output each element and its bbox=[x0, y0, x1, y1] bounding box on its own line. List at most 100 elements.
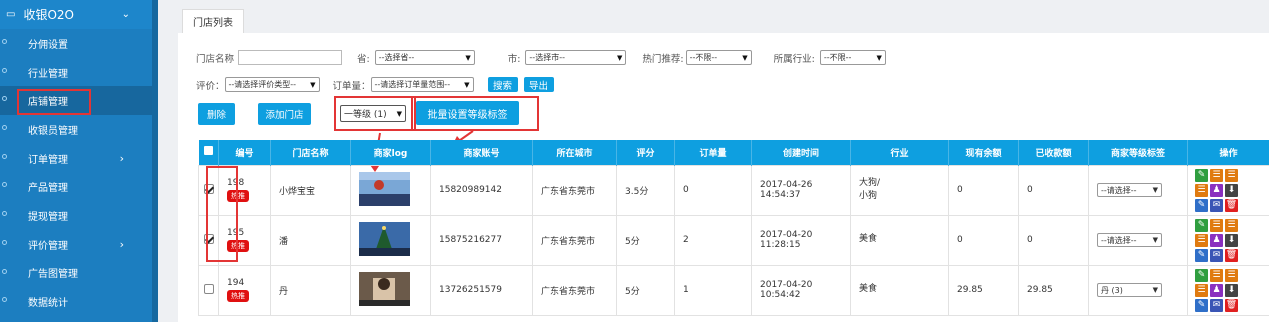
pencil-icon[interactable]: ✎ bbox=[1195, 298, 1208, 312]
user-icon[interactable]: ♟ bbox=[1210, 283, 1223, 297]
order-select[interactable]: --请选择订单量范围-- ▼ bbox=[370, 77, 474, 92]
list-icon[interactable]: ☰ bbox=[1210, 268, 1223, 282]
add-store-button[interactable]: 添加门店 bbox=[258, 103, 311, 125]
row-checkbox[interactable] bbox=[204, 283, 214, 294]
dropdown-arrow-icon: ▼ bbox=[1152, 286, 1158, 294]
mail-icon[interactable]: ✉ bbox=[1210, 248, 1223, 262]
export-button[interactable]: 导出 bbox=[523, 77, 554, 92]
account: 15875216277 bbox=[430, 214, 533, 266]
bullet-icon bbox=[2, 182, 7, 188]
store-name: 丹 bbox=[270, 264, 351, 316]
city: 广东省东莞市 bbox=[532, 264, 617, 316]
list-icon[interactable]: ☰ bbox=[1195, 283, 1208, 297]
sidebar-title: 收银O2O bbox=[23, 8, 74, 22]
edit-icon[interactable]: ✎ bbox=[1195, 218, 1208, 232]
sidebar-item[interactable]: 订单管理 › bbox=[0, 144, 152, 173]
province-label: 省: bbox=[357, 53, 370, 65]
sidebar-item[interactable]: 行业管理 bbox=[0, 58, 152, 87]
pencil-icon[interactable]: ✎ bbox=[1195, 198, 1208, 212]
header-received: 已收款额 bbox=[1018, 140, 1089, 165]
sidebar-item[interactable]: 数据统计 bbox=[0, 287, 152, 316]
account: 15820989142 bbox=[430, 164, 533, 216]
sidebar-item[interactable]: 分佣设置 bbox=[0, 29, 152, 58]
sidebar-item[interactable]: 收银员管理 bbox=[0, 115, 152, 144]
bullet-icon bbox=[2, 211, 7, 217]
sidebar-item-label: 分佣设置 bbox=[28, 39, 68, 51]
download-icon[interactable]: ⬇ bbox=[1225, 233, 1238, 247]
industry: 美食 bbox=[850, 214, 949, 266]
province-select[interactable]: --选择省-- ▼ bbox=[374, 50, 475, 65]
download-icon[interactable]: ⬇ bbox=[1225, 183, 1238, 197]
hot-select[interactable]: --不限-- ▼ bbox=[685, 50, 752, 65]
delete-button[interactable]: 删除 bbox=[198, 103, 235, 125]
pencil-icon[interactable]: ✎ bbox=[1195, 248, 1208, 262]
store-name-input[interactable] bbox=[238, 50, 343, 65]
list-icon[interactable]: ☰ bbox=[1195, 233, 1208, 247]
sidebar-item[interactable]: 产品管理 bbox=[0, 172, 152, 201]
hot-tag: 热推 bbox=[227, 290, 249, 302]
level-tag-select[interactable]: --请选择-- ▼ bbox=[1097, 183, 1162, 197]
level-tag-value: 丹 (3) bbox=[1101, 285, 1123, 295]
mail-icon[interactable]: ✉ bbox=[1210, 198, 1223, 212]
select-all-checkbox[interactable] bbox=[203, 146, 213, 156]
sidebar-item-label: 数据统计 bbox=[28, 298, 68, 310]
tab-store-list[interactable]: 门店列表 bbox=[182, 9, 244, 33]
list-icon[interactable]: ☰ bbox=[1210, 168, 1223, 182]
download-icon[interactable]: ⬇ bbox=[1225, 283, 1238, 297]
list-icon[interactable]: ☰ bbox=[1225, 168, 1238, 182]
sidebar-item[interactable]: 广告图管理 bbox=[0, 259, 152, 288]
industry-label: 所属行业: bbox=[773, 53, 815, 65]
dropdown-arrow-icon: ▼ bbox=[465, 53, 471, 62]
rating-label: 评价： bbox=[196, 80, 225, 92]
bullet-icon bbox=[2, 39, 7, 44]
store-id: 194 bbox=[227, 278, 245, 288]
store-name: 潘 bbox=[270, 214, 351, 266]
chevron-down-icon: ⌄ bbox=[121, 9, 130, 20]
edit-icon[interactable]: ✎ bbox=[1195, 268, 1208, 282]
search-button[interactable]: 搜索 bbox=[487, 77, 518, 92]
sidebar-item-label: 订单管理 bbox=[28, 154, 68, 166]
store-logo-image bbox=[359, 271, 410, 306]
sidebar-item-label: 行业管理 bbox=[28, 68, 68, 80]
sidebar: ▭ 收银O2O ⌄ 分佣设置 行业管理 店铺管理 收银员管理 订单管理 › 产品管理 提现管理… bbox=[0, 0, 158, 322]
sidebar-item-label: 收银员管理 bbox=[28, 125, 78, 137]
header-score: 评分 bbox=[616, 140, 675, 165]
tab-bar: 门店列表 bbox=[164, 0, 1269, 33]
created-time: 2017-04-20 10:54:42 bbox=[751, 264, 851, 316]
order-value: --请选择订单量范围-- bbox=[374, 80, 451, 89]
score: 3.5分 bbox=[616, 164, 675, 216]
user-icon[interactable]: ♟ bbox=[1210, 183, 1223, 197]
industry-select[interactable]: --不限-- ▼ bbox=[819, 50, 886, 65]
list-icon[interactable]: ☰ bbox=[1195, 183, 1208, 197]
sidebar-item-label: 产品管理 bbox=[28, 183, 68, 195]
industry: 大狗/小狗 bbox=[850, 164, 949, 216]
bullet-icon bbox=[2, 125, 7, 131]
edit-icon[interactable]: ✎ bbox=[1195, 168, 1208, 182]
created-time: 2017-04-26 14:54:37 bbox=[751, 164, 851, 216]
industry-value: --不限-- bbox=[823, 53, 852, 62]
city-select[interactable]: --选择市-- ▼ bbox=[525, 50, 627, 65]
level-tag-select[interactable]: 丹 (3) ▼ bbox=[1097, 283, 1162, 297]
header-checkbox-cell bbox=[198, 140, 219, 165]
header-balance: 现有余额 bbox=[948, 140, 1019, 165]
rating-select[interactable]: --请选择评价类型-- ▼ bbox=[224, 77, 320, 92]
delete-icon[interactable]: 🗑 bbox=[1225, 248, 1238, 262]
sidebar-item[interactable]: 提现管理 bbox=[0, 201, 152, 230]
header-logo: 商家log bbox=[350, 140, 431, 165]
orders: 1 bbox=[674, 264, 752, 316]
mail-icon[interactable]: ✉ bbox=[1210, 298, 1223, 312]
list-icon[interactable]: ☰ bbox=[1225, 218, 1238, 232]
orders: 2 bbox=[674, 214, 752, 266]
sidebar-item[interactable]: 评价管理 › bbox=[0, 230, 152, 259]
list-icon[interactable]: ☰ bbox=[1210, 218, 1223, 232]
level-tag-select[interactable]: --请选择-- ▼ bbox=[1097, 233, 1162, 247]
dropdown-arrow-icon: ▼ bbox=[617, 53, 623, 62]
industry: 美食 bbox=[850, 264, 949, 316]
user-icon[interactable]: ♟ bbox=[1210, 233, 1223, 247]
list-icon[interactable]: ☰ bbox=[1225, 268, 1238, 282]
city-label: 市: bbox=[507, 53, 521, 65]
header-created: 创建时间 bbox=[751, 140, 851, 165]
delete-icon[interactable]: 🗑 bbox=[1225, 298, 1238, 312]
delete-icon[interactable]: 🗑 bbox=[1225, 198, 1238, 212]
sidebar-header[interactable]: ▭ 收银O2O ⌄ bbox=[0, 0, 152, 29]
